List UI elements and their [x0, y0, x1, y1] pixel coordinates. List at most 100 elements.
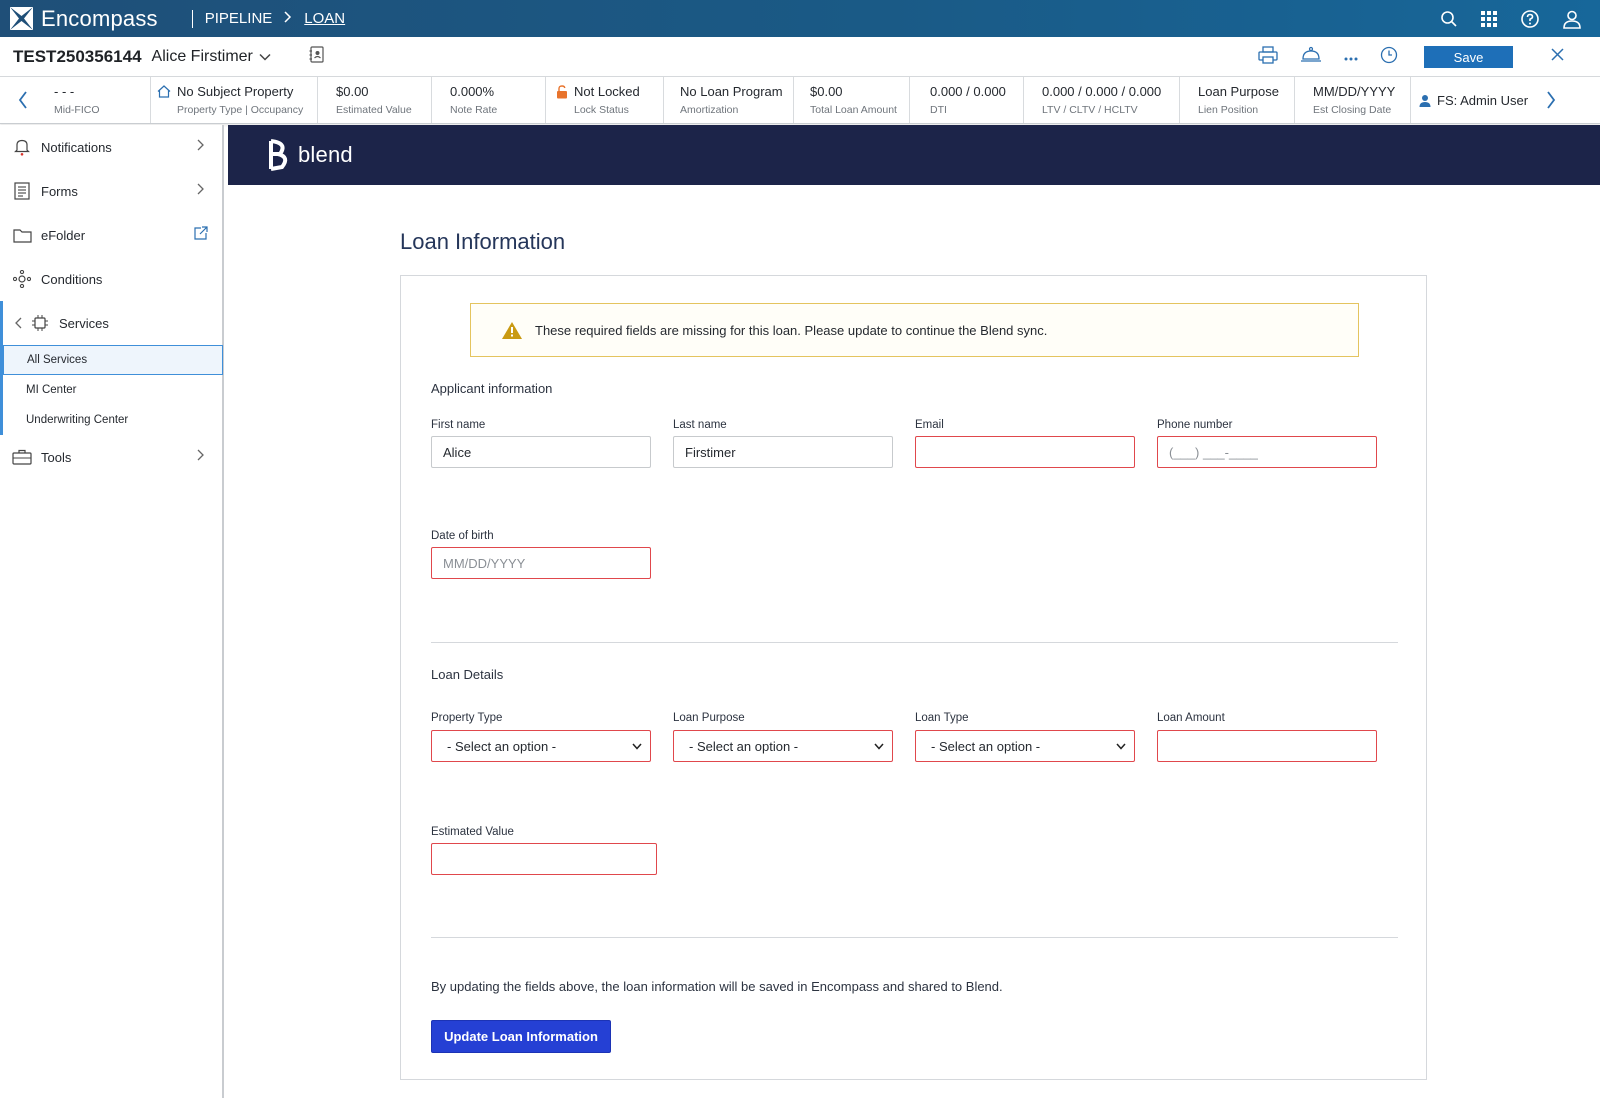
nav-item-notifications[interactable]: Notifications	[0, 125, 222, 169]
summary-note-rate[interactable]: 0.000% Note Rate	[432, 77, 546, 123]
summary-label: Mid-FICO	[54, 104, 100, 116]
unlocked-icon	[557, 84, 567, 98]
loan-header: TEST250356144 Alice Firstimer Save	[0, 37, 1600, 77]
summary-prev-button[interactable]	[0, 77, 46, 123]
external-link-icon[interactable]	[193, 226, 208, 241]
divider	[431, 642, 1398, 643]
nav-item-tools[interactable]: Tools	[0, 435, 222, 479]
summary-mid-fico[interactable]: - - - Mid-FICO	[46, 77, 151, 123]
nav-label: Conditions	[41, 271, 103, 287]
update-loan-information-button[interactable]: Update Loan Information	[431, 1020, 611, 1053]
property-type-label: Property Type	[431, 712, 503, 724]
loan-amount-field[interactable]	[1157, 730, 1377, 762]
summary-property[interactable]: No Subject Property Property Type | Occu…	[151, 77, 318, 123]
user-profile-icon[interactable]	[1562, 9, 1582, 29]
summary-loan-program[interactable]: No Loan Program Amortization	[664, 77, 794, 123]
loan-info-card: These required fields are missing for th…	[400, 275, 1427, 1080]
estimated-value-field[interactable]	[431, 843, 657, 875]
save-button[interactable]: Save	[1424, 46, 1513, 68]
app-grid-icon[interactable]	[1480, 10, 1498, 28]
divider	[191, 9, 193, 28]
nav-sub-mi-center[interactable]: MI Center	[3, 375, 222, 405]
first-name-label: First name	[431, 419, 486, 431]
bell-icon	[12, 137, 32, 157]
breadcrumb-loan[interactable]: LOAN	[304, 10, 345, 27]
chevron-down-icon[interactable]	[259, 48, 271, 66]
encompass-logo[interactable]: Encompass	[10, 6, 158, 32]
estimated-value-label: Estimated Value	[431, 826, 514, 838]
summary-estimated-value[interactable]: $0.00 Estimated Value	[318, 77, 432, 123]
more-options-icon[interactable]	[1344, 48, 1358, 66]
summary-value: Not Locked	[574, 84, 640, 99]
breadcrumb-pipeline[interactable]: PIPELINE	[205, 10, 273, 27]
loan-purpose-select[interactable]: - Select an option -	[673, 730, 893, 762]
services-group: Services All Services MI Center Underwri…	[0, 301, 223, 435]
summary-label: Lock Status	[574, 104, 629, 116]
summary-dti[interactable]: 0.000 / 0.000 DTI	[910, 77, 1024, 123]
summary-label: Note Rate	[450, 104, 498, 116]
dob-field[interactable]: MM/DD/YYYY	[431, 547, 651, 579]
nav-sub-underwriting-center[interactable]: Underwriting Center	[3, 405, 222, 435]
blend-logo-text: blend	[298, 142, 353, 167]
encompass-logo-icon	[10, 7, 33, 30]
help-icon[interactable]	[1520, 9, 1540, 29]
summary-lock-status[interactable]: Not Locked Lock Status	[546, 77, 664, 123]
last-name-label: Last name	[673, 419, 727, 431]
email-field[interactable]	[915, 436, 1135, 468]
history-clock-icon[interactable]	[1380, 46, 1398, 69]
chevron-left-icon	[18, 91, 27, 109]
summary-ltv[interactable]: 0.000 / 0.000 / 0.000 LTV / CLTV / HCLTV	[1024, 77, 1180, 123]
nav-item-forms[interactable]: Forms	[0, 169, 222, 213]
summary-user[interactable]: FS: Admin User	[1411, 77, 1556, 123]
select-value: - Select an option -	[689, 738, 799, 754]
summary-user-name: FS: Admin User	[1437, 92, 1529, 108]
chevron-down-icon	[874, 743, 884, 750]
summary-loan-purpose[interactable]: Loan Purpose Lien Position	[1180, 77, 1295, 123]
first-name-field[interactable]: Alice	[431, 436, 651, 468]
blend-header: blend	[228, 125, 1600, 185]
nav-label: Notifications	[41, 139, 112, 155]
nav-item-services[interactable]: Services	[3, 301, 222, 345]
loan-type-label: Loan Type	[915, 712, 969, 724]
search-icon[interactable]	[1440, 10, 1458, 28]
home-icon	[157, 85, 171, 98]
summary-label: Amortization	[680, 104, 739, 116]
page-title: Loan Information	[400, 229, 566, 254]
form-icon	[12, 181, 32, 201]
last-name-field[interactable]: Firstimer	[673, 436, 893, 468]
divider	[431, 937, 1398, 938]
loan-purpose-label: Loan Purpose	[673, 712, 745, 724]
chevron-right-icon[interactable]	[1546, 91, 1556, 109]
email-label: Email	[915, 419, 944, 431]
service-bell-icon[interactable]	[1300, 46, 1322, 69]
nav-item-conditions[interactable]: Conditions	[0, 257, 222, 301]
contact-card-icon[interactable]	[309, 45, 325, 68]
select-value: - Select an option -	[931, 738, 1041, 754]
conditions-icon	[12, 269, 32, 289]
property-type-select[interactable]: - Select an option -	[431, 730, 651, 762]
nav-sub-all-services[interactable]: All Services	[3, 345, 223, 375]
summary-total-loan-amount[interactable]: $0.00 Total Loan Amount	[794, 77, 910, 123]
summary-value: 0.000 / 0.000 / 0.000	[1042, 84, 1162, 99]
main-content: blend Loan Information These required fi…	[228, 125, 1600, 1098]
summary-label: DTI	[930, 104, 947, 116]
user-icon	[1419, 94, 1431, 107]
nav-item-efolder[interactable]: eFolder	[0, 213, 222, 257]
summary-label: Total Loan Amount	[810, 104, 897, 116]
close-icon[interactable]	[1551, 48, 1564, 66]
chevron-down-icon	[1116, 743, 1126, 750]
phone-field[interactable]: (___) ___-____	[1157, 436, 1377, 468]
summary-value: 0.000 / 0.000	[930, 84, 1006, 99]
loan-summary-bar: - - - Mid-FICO No Subject Property Prope…	[0, 77, 1600, 124]
chevron-left-icon[interactable]	[15, 317, 22, 329]
print-icon[interactable]	[1258, 45, 1278, 69]
summary-label: Lien Position	[1198, 104, 1259, 116]
loan-type-select[interactable]: - Select an option -	[915, 730, 1135, 762]
applicant-section-title: Applicant information	[431, 381, 553, 396]
select-value: - Select an option -	[447, 738, 557, 754]
summary-value: MM/DD/YYYY	[1313, 84, 1396, 99]
summary-value: 0.000%	[450, 84, 495, 99]
summary-value: No Loan Program	[680, 84, 783, 99]
summary-closing-date[interactable]: MM/DD/YYYY Est Closing Date	[1295, 77, 1411, 123]
borrower-name[interactable]: Alice Firstimer	[152, 48, 253, 66]
